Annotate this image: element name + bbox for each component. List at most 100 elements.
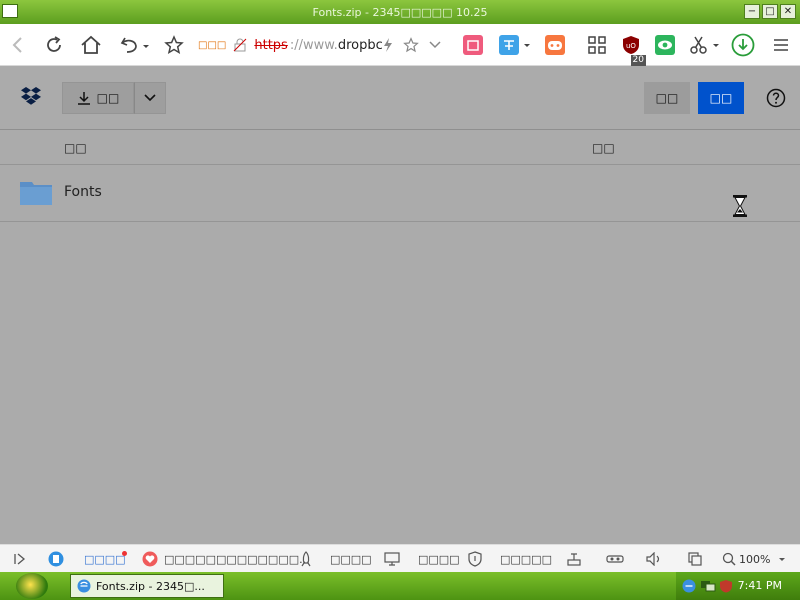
dropbox-logo-icon[interactable] xyxy=(20,86,42,108)
status-item-1[interactable]: □□□□ xyxy=(84,545,127,573)
star-outline-icon xyxy=(403,37,419,53)
favorite-url-button[interactable] xyxy=(400,24,422,66)
security-button[interactable] xyxy=(468,545,482,573)
star-icon xyxy=(164,35,184,55)
minimize-button[interactable]: − xyxy=(744,4,760,19)
window-controls: − □ ✕ xyxy=(744,4,796,19)
system-clock: 7:41 PM xyxy=(737,579,782,592)
signup-button[interactable]: □□ xyxy=(698,82,744,114)
insecure-lock-icon xyxy=(234,38,247,52)
zoom-dropdown-icon xyxy=(779,558,786,561)
sidebar-toggle-icon xyxy=(14,553,26,565)
reload-button[interactable] xyxy=(42,24,66,66)
shield-icon xyxy=(468,551,482,567)
apps-grid-button[interactable] xyxy=(586,24,608,66)
game-icon xyxy=(545,35,565,55)
home-button[interactable] xyxy=(78,24,104,66)
folder-icon xyxy=(20,182,52,205)
url-scheme: https xyxy=(254,37,288,53)
glasses-icon xyxy=(606,555,624,563)
tray-network-icon[interactable] xyxy=(700,579,716,593)
grid-icon xyxy=(588,36,606,54)
app-icon[interactable] xyxy=(2,4,18,18)
window-titlebar: Fonts.zip - 2345□□□□□ 10.25 − □ ✕ xyxy=(0,0,800,24)
heart-icon xyxy=(142,551,158,567)
media-button[interactable] xyxy=(606,545,624,573)
ublock-extension[interactable]: uO 20 xyxy=(620,24,646,66)
download-button-group: □□ xyxy=(62,82,166,114)
browser-toolbar: □□□ https://www. dropbc uO 20 xyxy=(0,24,800,66)
translate-extension[interactable] xyxy=(498,24,532,66)
lightning-icon xyxy=(384,38,392,52)
url-dropdown-button[interactable] xyxy=(426,24,444,66)
menu-button[interactable] xyxy=(770,24,792,66)
taskbar-browser-item[interactable]: Fonts.zip - 2345□... xyxy=(70,574,224,598)
system-tray: 7:41 PM xyxy=(676,572,800,600)
chevron-down-icon xyxy=(144,94,156,102)
column-header-name[interactable]: □□ xyxy=(64,141,87,155)
zoom-level: 100% xyxy=(739,552,771,566)
undo-icon xyxy=(120,37,149,53)
home-icon xyxy=(81,35,101,54)
scissors-icon xyxy=(690,36,719,54)
ublock-icon: uO xyxy=(623,36,639,54)
sidebar-toggle-button[interactable] xyxy=(14,545,26,573)
screen-button[interactable] xyxy=(384,545,400,573)
help-icon[interactable] xyxy=(766,88,786,108)
window-title: Fonts.zip - 2345□□□□□ 10.25 xyxy=(312,5,488,19)
download-options-button[interactable] xyxy=(134,82,166,114)
status-item-2[interactable]: □□□□□□□□□□□□□... xyxy=(142,545,310,573)
rocket-icon xyxy=(301,551,311,567)
screenshot-button[interactable] xyxy=(688,24,722,66)
status-item-2-label: □□□□□□□□□□□□□... xyxy=(164,552,310,566)
notification-dot xyxy=(122,551,127,556)
status-item-1-label: □□□□ xyxy=(84,552,126,566)
shop-icon xyxy=(463,35,483,55)
menu-icon xyxy=(774,39,788,51)
back-button[interactable] xyxy=(6,24,28,66)
ublock-count-badge: 20 xyxy=(630,55,646,66)
column-header-modified[interactable]: □□ xyxy=(592,141,615,155)
zoom-control[interactable]: 100% xyxy=(722,545,787,573)
downloads-button[interactable] xyxy=(730,24,756,66)
file-row[interactable]: Fonts xyxy=(0,165,800,222)
eye-care-extension[interactable] xyxy=(654,24,676,66)
network-button[interactable] xyxy=(566,545,582,573)
zoom-icon xyxy=(722,552,736,566)
start-button[interactable] xyxy=(16,573,48,599)
undo-close-tab-button[interactable] xyxy=(116,24,152,66)
speed-mode-button[interactable] xyxy=(380,24,396,66)
window-switch-button[interactable] xyxy=(688,545,702,573)
rocket-button[interactable] xyxy=(300,545,312,573)
reload-icon xyxy=(47,36,61,52)
browser-icon xyxy=(77,579,91,593)
status-item-4[interactable]: □□□□ xyxy=(418,545,460,573)
document-icon xyxy=(48,551,64,567)
file-name[interactable]: Fonts xyxy=(64,184,102,200)
status-item-5[interactable]: □□□□□ xyxy=(500,545,552,573)
os-taskbar: Fonts.zip - 2345□... 7:41 PM xyxy=(0,572,800,600)
browser-statusbar: □□□□ □□□□□□□□□□□□□... □□□□ □□□□ □□□□□ 10… xyxy=(0,544,800,572)
signin-button[interactable]: □□ xyxy=(644,82,690,114)
page-header: □□ □□ □□ xyxy=(0,66,800,130)
file-list-header: □□ □□ xyxy=(0,130,800,165)
hourglass-icon xyxy=(733,195,747,217)
tray-shield-icon[interactable] xyxy=(719,579,733,593)
download-arrow-icon xyxy=(77,92,90,105)
tray-browser-icon[interactable] xyxy=(682,579,696,593)
url-separator: ://www. xyxy=(289,37,338,53)
maximize-button[interactable]: □ xyxy=(762,4,778,19)
windows-icon xyxy=(688,552,702,566)
shop-extension[interactable] xyxy=(462,24,484,66)
speaker-icon xyxy=(646,552,660,566)
close-button[interactable]: ✕ xyxy=(780,4,796,19)
game-extension[interactable] xyxy=(544,24,566,66)
svg-text:uO: uO xyxy=(626,42,636,50)
chevron-down-icon xyxy=(429,41,441,49)
download-button[interactable]: □□ xyxy=(62,82,134,114)
download-icon xyxy=(731,33,755,57)
bookmark-button[interactable] xyxy=(162,24,186,66)
reader-button[interactable] xyxy=(48,545,64,573)
volume-button[interactable] xyxy=(646,545,662,573)
status-item-3[interactable]: □□□□ xyxy=(330,545,372,573)
